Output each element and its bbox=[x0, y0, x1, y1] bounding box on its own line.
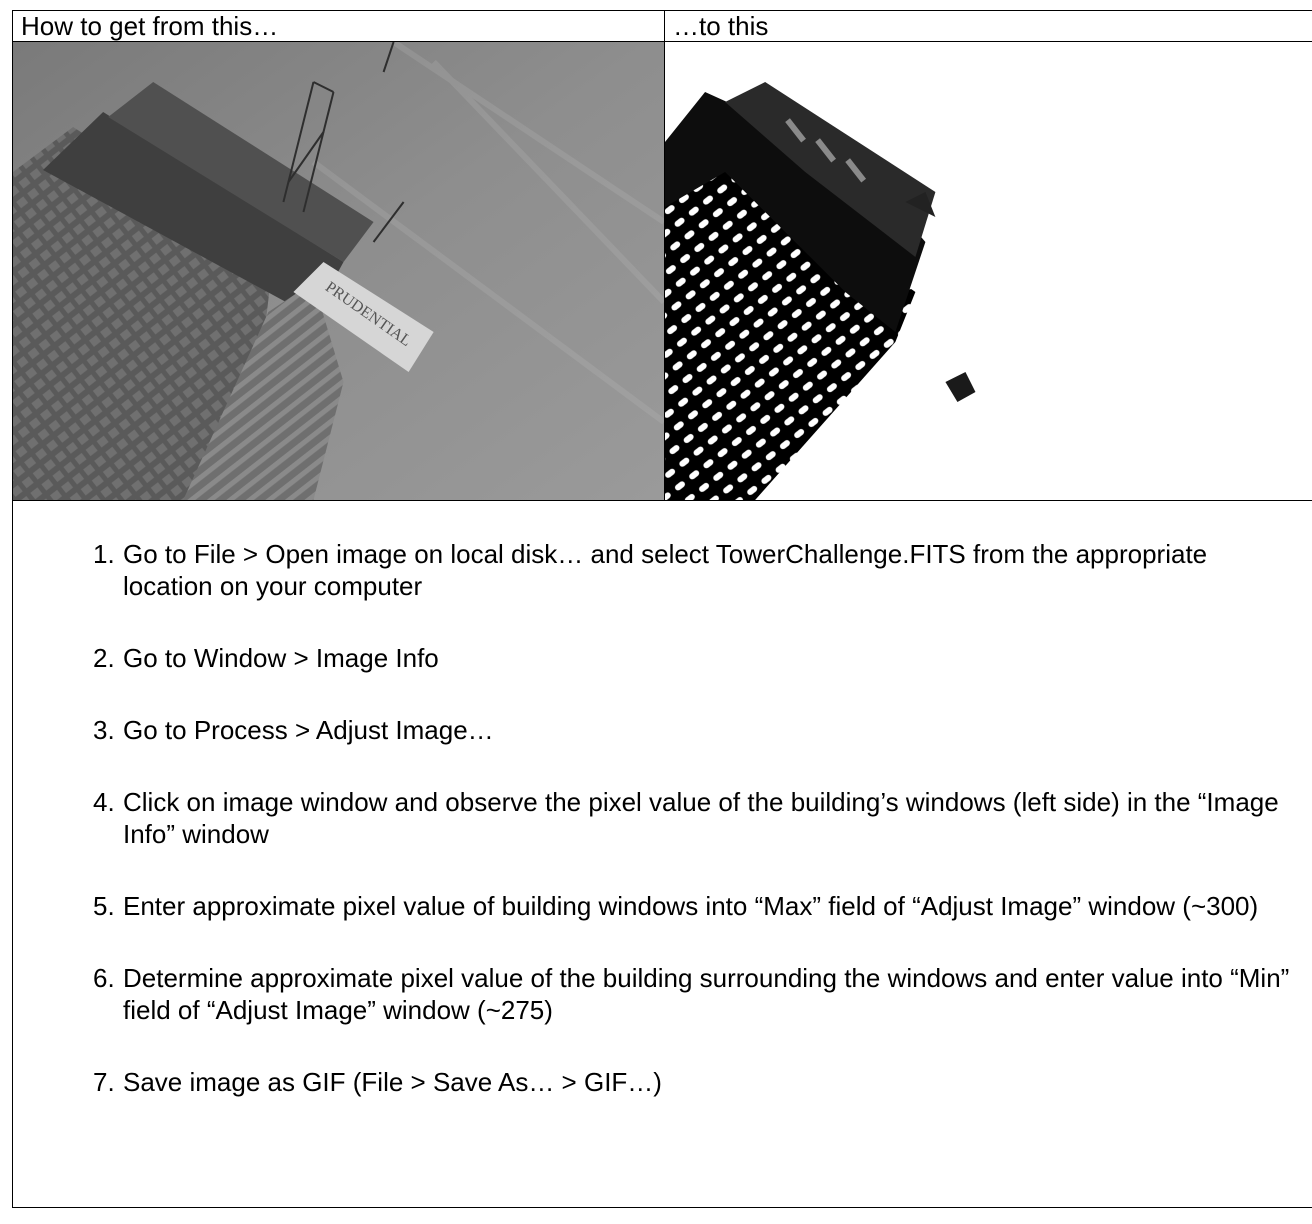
step-item: 7. Save image as GIF (File > Save As… > … bbox=[13, 1066, 1312, 1098]
step-number: 3. bbox=[93, 715, 115, 745]
step-text: Go to Process > Adjust Image… bbox=[123, 715, 494, 745]
step-text: Determine approximate pixel value of the… bbox=[123, 963, 1290, 1025]
header-right: …to this bbox=[664, 10, 1312, 42]
step-item: 3. Go to Process > Adjust Image… bbox=[13, 714, 1312, 746]
step-number: 4. bbox=[93, 787, 115, 817]
step-number: 7. bbox=[93, 1067, 115, 1097]
instruction-table: How to get from this… …to this PRUDENTIA… bbox=[12, 10, 1312, 1208]
step-text: Go to Window > Image Info bbox=[123, 643, 439, 673]
before-image-cell: PRUDENTIAL bbox=[12, 41, 665, 501]
step-item: 1. Go to File > Open image on local disk… bbox=[13, 538, 1312, 602]
step-item: 4. Click on image window and observe the… bbox=[13, 786, 1312, 850]
document-page: How to get from this… …to this PRUDENTIA… bbox=[0, 0, 1312, 1224]
header-left: How to get from this… bbox=[12, 10, 665, 42]
step-text: Enter approximate pixel value of buildin… bbox=[123, 891, 1259, 921]
step-number: 2. bbox=[93, 643, 115, 673]
after-image-cell bbox=[664, 41, 1312, 501]
step-number: 1. bbox=[93, 539, 115, 569]
steps-row: 1. Go to File > Open image on local disk… bbox=[12, 500, 1312, 1208]
steps-cell: 1. Go to File > Open image on local disk… bbox=[12, 500, 1312, 1208]
after-image bbox=[665, 42, 1312, 500]
step-item: 5. Enter approximate pixel value of buil… bbox=[13, 890, 1312, 922]
step-item: 6. Determine approximate pixel value of … bbox=[13, 962, 1312, 1026]
step-text: Save image as GIF (File > Save As… > GIF… bbox=[123, 1067, 662, 1097]
image-row: PRUDENTIAL bbox=[12, 41, 1312, 501]
step-item: 2. Go to Window > Image Info bbox=[13, 642, 1312, 674]
step-number: 5. bbox=[93, 891, 115, 921]
header-row: How to get from this… …to this bbox=[12, 10, 1312, 42]
step-text: Go to File > Open image on local disk… a… bbox=[123, 539, 1208, 601]
step-number: 6. bbox=[93, 963, 115, 993]
step-text: Click on image window and observe the pi… bbox=[123, 787, 1279, 849]
before-image: PRUDENTIAL bbox=[13, 42, 664, 500]
steps-list: 1. Go to File > Open image on local disk… bbox=[13, 538, 1312, 1098]
